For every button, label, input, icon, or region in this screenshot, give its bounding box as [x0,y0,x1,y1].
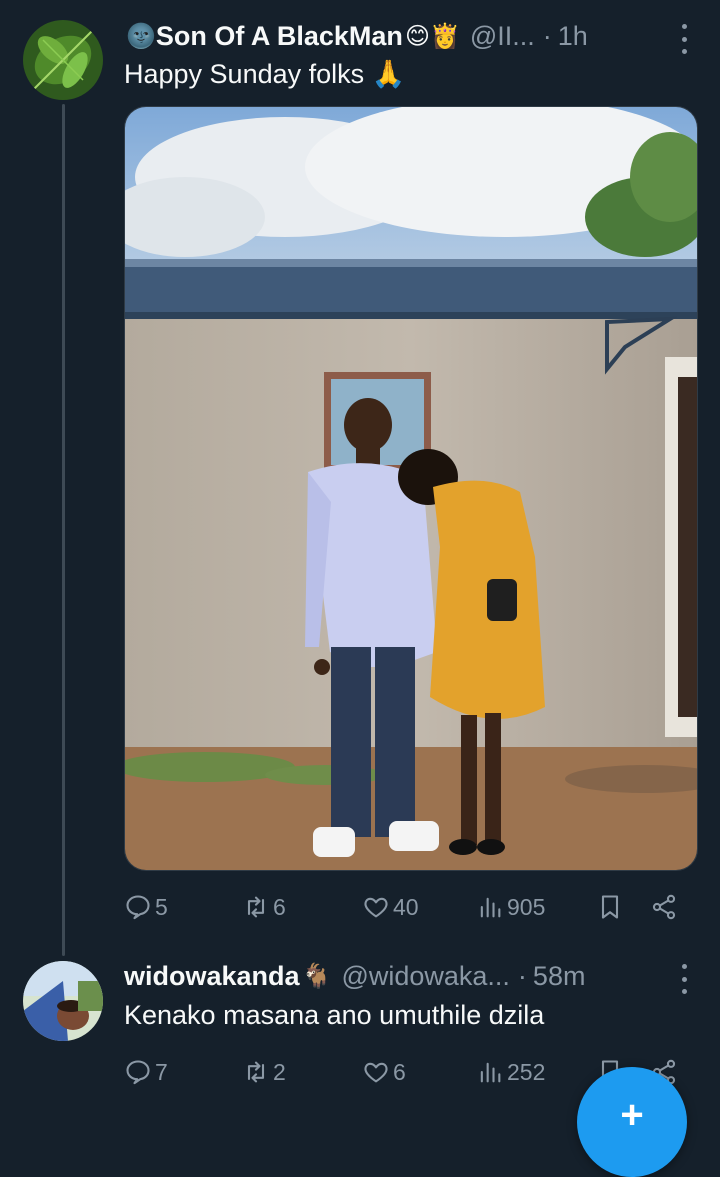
reply-author-name[interactable]: widowakanda [124,961,300,992]
author-emoji-suffix: 😊👸 [404,22,460,50]
reply-text: Kenako masana ano umuthile dzila [124,1000,545,1030]
bookmark-icon [601,895,619,919]
bookmark-button[interactable] [596,887,624,927]
author-emoji-prefix: 🌚 [126,22,156,50]
compose-fab-button[interactable]: + [577,1067,687,1177]
reply-count: 5 [155,893,168,920]
reply-timestamp[interactable]: 58m [533,961,586,992]
compose-plus-icon: + [620,1093,644,1137]
bar-chart-icon [480,1062,501,1083]
like-button[interactable]: 40 [362,887,419,927]
author-name[interactable]: Son Of A BlackMan [156,21,403,52]
repost-arrows-icon [247,1061,265,1083]
repost-arrows-icon [247,896,265,918]
more-options-icon[interactable] [678,24,690,54]
reply-count: 7 [155,1058,168,1085]
reply-button[interactable]: 5 [124,887,168,927]
reply-author-emoji: 🐐 [301,962,332,990]
views-count: 252 [507,1058,546,1085]
tweet-text: Happy Sunday folks 🙏 [124,59,406,89]
tweet-photo[interactable] [124,106,698,871]
author-avatar[interactable] [23,20,103,100]
thread-connector-line [62,104,65,956]
separator-dot: · [517,960,527,991]
more-options-icon[interactable] [678,964,690,994]
repost-button[interactable]: 6 [242,887,286,927]
views-count: 905 [507,893,546,920]
views-button[interactable]: 252 [476,1052,545,1092]
like-count: 40 [393,893,419,920]
reply-author-avatar[interactable] [23,961,103,1041]
bar-chart-icon [480,897,501,918]
author-handle[interactable]: @II... [470,21,535,52]
repost-count: 6 [273,893,286,920]
separator-dot: · [542,20,552,51]
repost-button[interactable]: 2 [242,1052,286,1092]
couple-photo-illustration [125,107,697,870]
reply-header: widowakanda 🐐 @widowaka... · 58m [124,958,585,994]
tweet-timestamp[interactable]: 1h [558,21,588,52]
views-button[interactable]: 905 [476,887,545,927]
heart-icon [364,1062,388,1083]
like-count: 6 [393,1058,406,1085]
reply-button[interactable]: 7 [124,1052,168,1092]
speech-bubble-icon [126,895,150,920]
avatar-leaf-image [23,20,103,100]
repost-count: 2 [273,1058,286,1085]
share-button[interactable] [650,887,678,927]
avatar-person-photo [23,961,103,1041]
tweet-action-bar: 5 6 40 905 [124,887,684,927]
heart-icon [364,897,388,918]
share-nodes-icon [652,894,676,920]
tweet-header: 🌚 Son Of A BlackMan 😊👸 @II... · 1h [124,18,588,54]
speech-bubble-icon [126,1060,150,1085]
like-button[interactable]: 6 [362,1052,406,1092]
reply-author-handle[interactable]: @widowaka... [341,961,509,992]
